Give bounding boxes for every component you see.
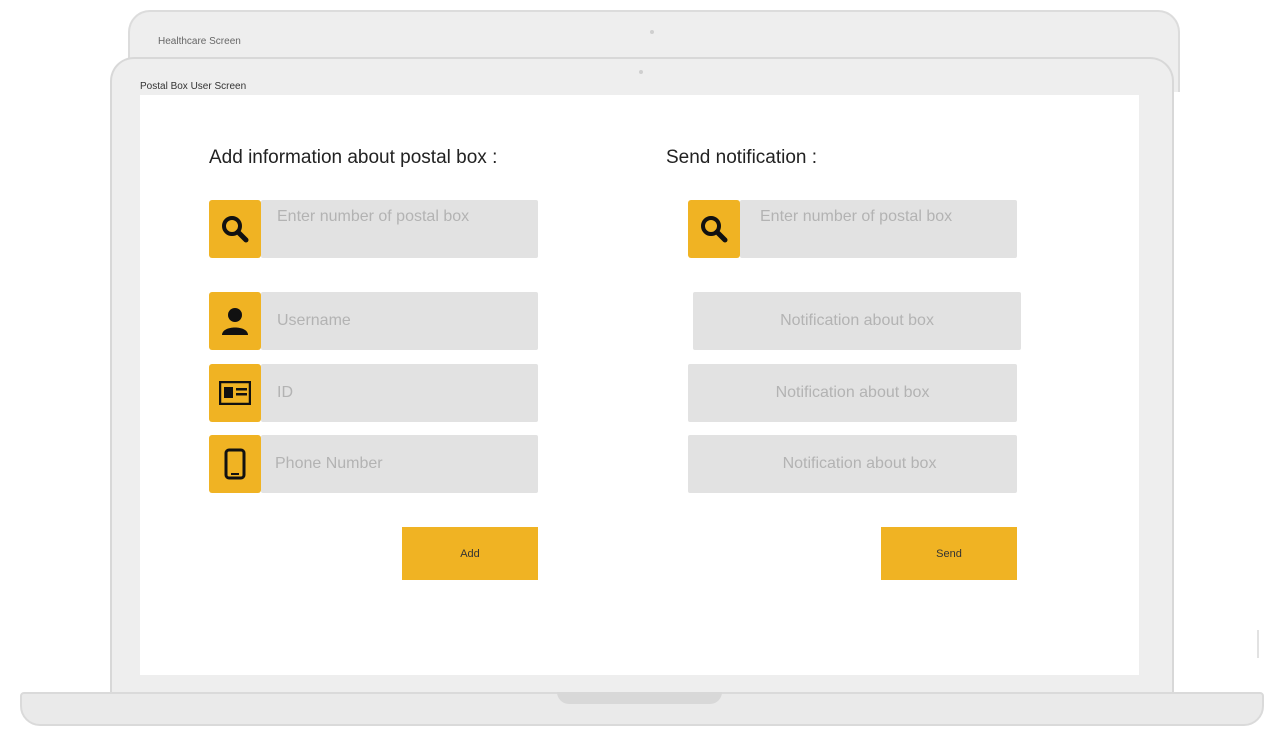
notify-panel-heading: Send notification : <box>666 147 818 168</box>
notification-field-2[interactable]: Notification about box <box>688 364 1017 422</box>
add-panel-heading: Add information about postal box : <box>209 147 498 168</box>
laptop-base <box>20 692 1264 726</box>
search-icon <box>209 200 261 258</box>
postal-box-search-placeholder: Enter number of postal box <box>277 208 470 225</box>
camera-dot <box>650 30 654 34</box>
camera-dot <box>639 70 643 74</box>
app-screen: Add information about postal box : Enter… <box>140 95 1139 675</box>
username-input[interactable]: Username <box>261 292 538 350</box>
postal-box-search-input[interactable]: Enter number of postal box <box>261 200 538 258</box>
username-placeholder: Username <box>277 312 351 329</box>
phone-number-input[interactable]: Phone Number <box>261 435 538 493</box>
id-card-icon <box>209 364 261 422</box>
window-title: Postal Box User Screen <box>140 81 247 92</box>
notification-field-1-text: Notification about box <box>780 312 934 329</box>
notification-field-2-text: Notification about box <box>775 384 930 401</box>
notify-postal-box-search-placeholder: Enter number of postal box <box>760 208 953 225</box>
send-button[interactable]: Send <box>881 527 1017 580</box>
background-window-title: Healthcare Screen <box>158 36 241 47</box>
notification-field-3-text: Notification about box <box>782 455 937 472</box>
user-icon <box>209 292 261 350</box>
notification-field-1[interactable]: Notification about box <box>693 292 1021 350</box>
phone-number-placeholder: Phone Number <box>275 455 383 472</box>
search-icon <box>688 200 740 258</box>
add-button[interactable]: Add <box>402 527 538 580</box>
notify-postal-box-search-input[interactable]: Enter number of postal box <box>740 200 1017 258</box>
phone-icon <box>209 435 261 493</box>
laptop-notch <box>557 692 722 704</box>
edge-mark <box>1257 630 1270 658</box>
id-input[interactable]: ID <box>261 364 538 422</box>
id-placeholder: ID <box>277 384 293 401</box>
notification-field-3[interactable]: Notification about box <box>688 435 1017 493</box>
